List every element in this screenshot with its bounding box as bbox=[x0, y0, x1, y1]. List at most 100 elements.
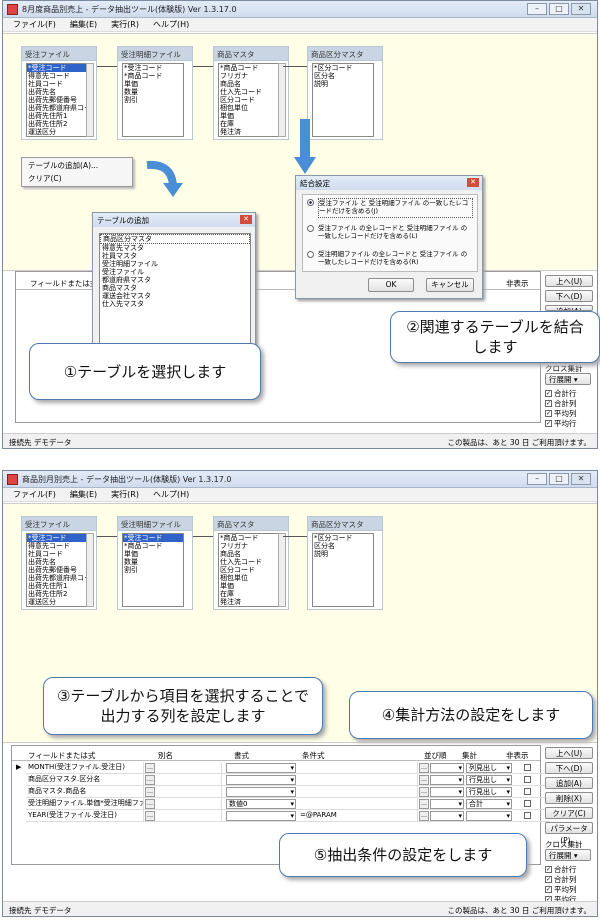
menu-help[interactable]: ヘルプ(H) bbox=[153, 19, 189, 30]
table-field[interactable]: 得意先コード bbox=[27, 542, 87, 550]
hide-checkbox[interactable] bbox=[524, 788, 531, 795]
table-field-list[interactable]: *受注コード *商品コード 単価 数量 割引 bbox=[122, 533, 184, 607]
table-field[interactable]: *区分コード bbox=[313, 534, 373, 542]
table-field[interactable]: 区分コード bbox=[219, 96, 279, 104]
table-field[interactable]: 数量 bbox=[123, 558, 183, 566]
table-list-item[interactable]: 仕入先マスタ bbox=[100, 300, 250, 308]
add-button[interactable]: 追加(A) bbox=[545, 777, 593, 789]
condition-cell[interactable] bbox=[298, 762, 418, 773]
table-name[interactable]: 受注ファイル bbox=[22, 517, 96, 531]
move-down-button[interactable]: 下へ(D) bbox=[545, 762, 593, 774]
table-field[interactable]: 割引 bbox=[123, 566, 183, 574]
sort-dropdown[interactable] bbox=[430, 799, 464, 809]
table-list-item[interactable]: 商品区分マスタ bbox=[100, 234, 250, 244]
join-option-inner[interactable]: 受注ファイル と 受注明細ファイル の一致したレコードだけを含める(J) bbox=[303, 195, 477, 221]
alias-cell[interactable] bbox=[156, 774, 222, 785]
aggregate-dropdown[interactable]: 合計 bbox=[466, 799, 512, 809]
condition-cell[interactable] bbox=[298, 798, 418, 809]
sort-dropdown[interactable] bbox=[430, 811, 464, 821]
table-field-list[interactable]: *受注コード得意先コード社員コード出荷先名出荷先郵便番号出荷先都道府県コード出荷… bbox=[26, 63, 88, 137]
ok-button[interactable]: OK bbox=[368, 278, 414, 292]
table-field-list[interactable]: *商品コードフリガナ商品名仕入先コード区分コード梱包単位単価在庫発注済発注点生産… bbox=[218, 533, 280, 607]
condition-cell[interactable]: =@PARAM bbox=[298, 810, 418, 821]
table-list-item[interactable]: 運送会社マスタ bbox=[100, 292, 250, 300]
ellipsis-button[interactable]: … bbox=[419, 799, 429, 809]
table-field[interactable]: 発注済 bbox=[219, 128, 279, 136]
table-field[interactable]: 発注点 bbox=[219, 136, 279, 137]
table-field[interactable]: フリガナ bbox=[219, 72, 279, 80]
clear-button[interactable]: クリア(C) bbox=[545, 807, 593, 819]
radio-inner-join[interactable] bbox=[307, 199, 314, 206]
table-list[interactable]: 商品区分マスタ 得意先マスタ 社員マスタ 受注明細ファイル 受注ファイル 都道府県マスタ商… bbox=[99, 233, 251, 345]
table-name[interactable]: 商品マスタ bbox=[214, 47, 288, 61]
table-field[interactable]: *区分コード bbox=[313, 64, 373, 72]
cross-tab-select[interactable]: 行展開 ▾ bbox=[545, 849, 591, 861]
condition-cell[interactable] bbox=[298, 774, 418, 785]
ellipsis-button[interactable]: … bbox=[145, 811, 155, 821]
hide-checkbox[interactable] bbox=[524, 812, 531, 819]
table-field-list[interactable]: *受注コード得意先コード社員コード出荷先名出荷先郵便番号出荷先都道府県コード出荷… bbox=[26, 533, 88, 607]
alias-cell[interactable] bbox=[156, 810, 222, 821]
ellipsis-button[interactable]: … bbox=[419, 787, 429, 797]
table-field[interactable]: 得意先コード bbox=[27, 72, 87, 80]
table-list-item[interactable]: 受注ファイル bbox=[100, 268, 250, 276]
ellipsis-button[interactable]: … bbox=[419, 775, 429, 785]
scrollbar[interactable] bbox=[86, 533, 94, 607]
table-box-3[interactable]: 商品区分マスタ *区分コード 区分名 説明 bbox=[307, 516, 383, 610]
check-total-col[interactable]: ✓ 合計列 bbox=[545, 874, 591, 884]
ellipsis-button[interactable]: … bbox=[419, 811, 429, 821]
table-field[interactable]: 仕入先コード bbox=[219, 558, 279, 566]
table-field[interactable]: 説明 bbox=[313, 550, 373, 558]
table-field[interactable]: 単価 bbox=[219, 112, 279, 120]
table-field[interactable]: *受注コード bbox=[27, 534, 87, 542]
table-field[interactable]: 出荷先住所2 bbox=[27, 120, 87, 128]
table-field[interactable]: 区分名 bbox=[313, 542, 373, 550]
menu-file[interactable]: ファイル(F) bbox=[13, 19, 56, 30]
delete-button[interactable]: 削除(X) bbox=[545, 792, 593, 804]
move-up-button[interactable]: 上へ(U) bbox=[545, 747, 593, 759]
table-list-item[interactable]: 受注明細ファイル bbox=[100, 260, 250, 268]
table-field[interactable]: 社員コード bbox=[27, 80, 87, 88]
scrollbar[interactable] bbox=[278, 63, 286, 137]
field-cell[interactable]: MONTH(受注ファイル.受注日) bbox=[26, 762, 144, 773]
table-field[interactable]: 単価 bbox=[123, 550, 183, 558]
table-field[interactable]: *商品コード bbox=[219, 534, 279, 542]
table-field[interactable]: 数量 bbox=[123, 88, 183, 96]
table-field[interactable]: 割引 bbox=[123, 96, 183, 104]
table-field[interactable]: フリガナ bbox=[219, 542, 279, 550]
radio-right-join[interactable] bbox=[307, 251, 314, 258]
sort-dropdown[interactable] bbox=[430, 787, 464, 797]
table-list-item[interactable]: 商品マスタ bbox=[100, 284, 250, 292]
table-box-1[interactable]: 受注明細ファイル *受注コード *商品コード 単価 数量 割引 bbox=[117, 46, 193, 140]
table-name[interactable]: 商品区分マスタ bbox=[308, 47, 382, 61]
check-total-row[interactable]: ✓ 合計行 bbox=[545, 864, 591, 874]
table-field[interactable]: 区分コード bbox=[219, 566, 279, 574]
sort-dropdown[interactable] bbox=[430, 775, 464, 785]
cancel-button[interactable]: キャンセル bbox=[426, 278, 474, 292]
table-field[interactable]: 出荷先住所2 bbox=[27, 590, 87, 598]
table-field-list[interactable]: *区分コード 区分名 説明 bbox=[312, 533, 374, 607]
join-line[interactable] bbox=[283, 66, 307, 67]
table-field[interactable]: 出荷先都道府県コード bbox=[27, 574, 87, 582]
table-field[interactable]: 出荷先郵便番号 bbox=[27, 96, 87, 104]
grid-row[interactable]: 商品区分マスタ.区分名……行見出し bbox=[26, 774, 550, 786]
field-cell[interactable]: 商品マスタ.商品名 bbox=[26, 786, 144, 797]
table-field[interactable]: *商品コード bbox=[123, 542, 183, 550]
format-dropdown[interactable] bbox=[226, 763, 296, 773]
table-box-2[interactable]: 商品マスタ *商品コード フリガナ 商品名 仕入先コード 区分コード 梱包単位 単価 在庫 発注済… bbox=[213, 516, 289, 610]
table-name[interactable]: 受注明細ファイル bbox=[118, 47, 192, 61]
menu-file[interactable]: ファイル(F) bbox=[13, 489, 56, 500]
hide-checkbox[interactable] bbox=[524, 800, 531, 807]
alias-cell[interactable] bbox=[156, 798, 222, 809]
table-box-2[interactable]: 商品マスタ *商品コード フリガナ 商品名 仕入先コード 区分コード 梱包単位 単価 在庫 発注済… bbox=[213, 46, 289, 140]
aggregate-dropdown[interactable]: 行見出し bbox=[466, 787, 512, 797]
parameter-button[interactable]: パラメータ(P)... bbox=[545, 822, 593, 845]
cross-tab-select[interactable]: 行展開 ▾ bbox=[545, 373, 591, 385]
hide-checkbox[interactable] bbox=[524, 764, 531, 771]
table-field[interactable]: 発注済 bbox=[219, 598, 279, 606]
table-box-0[interactable]: 受注ファイル *受注コード 得意先コード 社員コード 出荷先名 出荷先郵便番号 出荷先都道府… bbox=[21, 46, 97, 140]
table-field[interactable]: 発注点 bbox=[219, 606, 279, 607]
table-field[interactable]: *商品コード bbox=[219, 64, 279, 72]
minimize-button[interactable]: – bbox=[527, 473, 547, 485]
field-cell[interactable]: 商品区分マスタ.区分名 bbox=[26, 774, 144, 785]
